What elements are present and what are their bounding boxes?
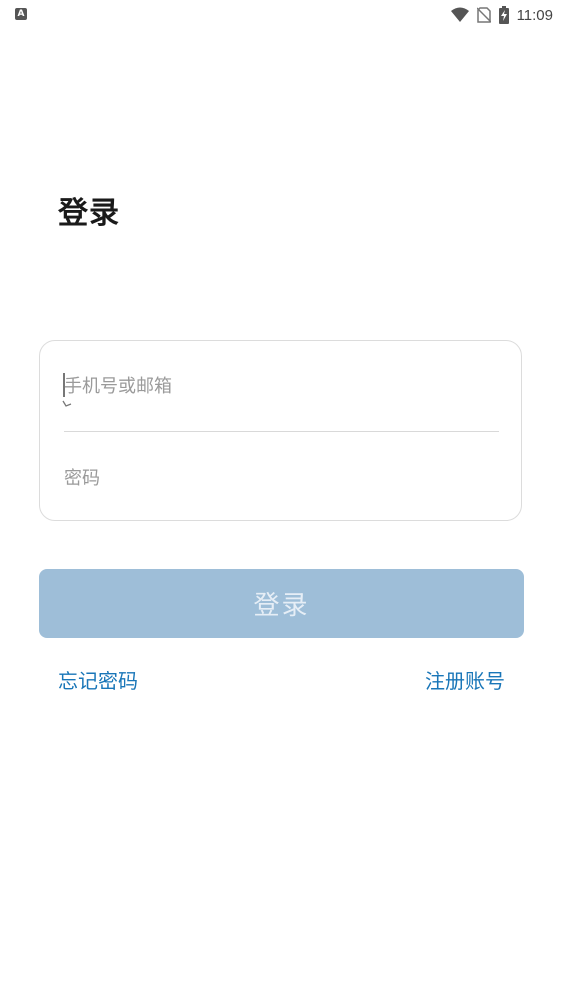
battery-charging-icon: [498, 6, 509, 24]
forgot-password-link[interactable]: 忘记密码: [58, 665, 138, 694]
status-bar: A 11:09: [0, 0, 563, 30]
no-sim-icon: [476, 7, 491, 23]
login-button[interactable]: 登录: [39, 569, 524, 638]
notification-app-icon: A: [15, 8, 27, 20]
status-time: 11:09: [516, 6, 553, 24]
password-input[interactable]: [64, 448, 499, 508]
account-input[interactable]: [64, 356, 499, 416]
wifi-icon: [450, 7, 469, 23]
field-divider: [64, 431, 499, 432]
register-account-link[interactable]: 注册账号: [425, 665, 505, 694]
cursor-handle-icon[interactable]: [62, 393, 72, 412]
status-icons: 11:09: [450, 4, 553, 26]
login-form-card: [39, 340, 522, 521]
page-title: 登录: [58, 196, 120, 231]
